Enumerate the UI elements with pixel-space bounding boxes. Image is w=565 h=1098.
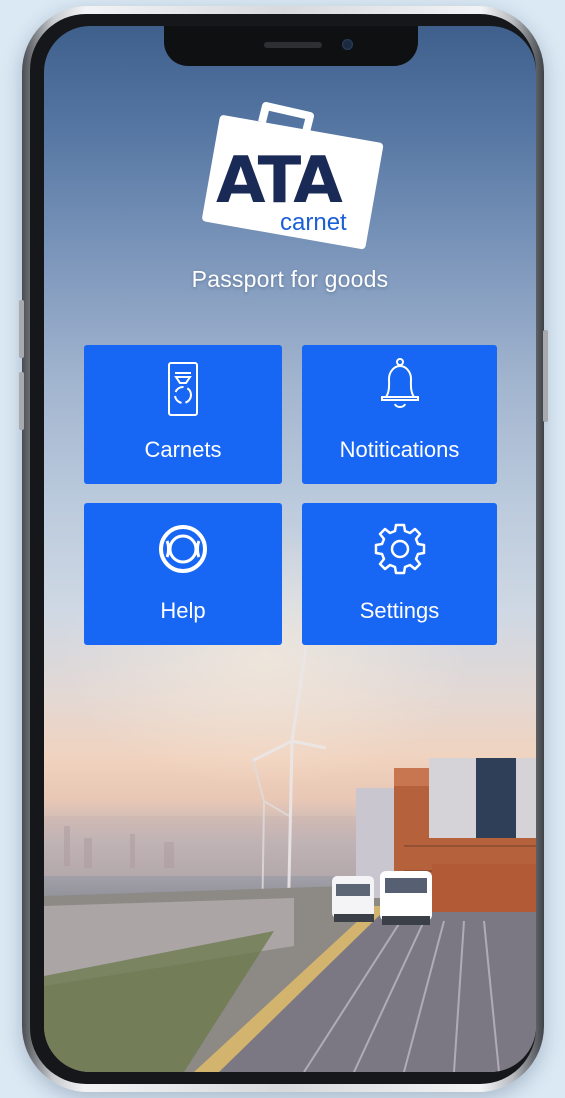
bell-icon (380, 358, 419, 408)
power-button (543, 330, 548, 422)
carnets-label: Carnets (144, 437, 222, 462)
notifications-label: Notitications (339, 437, 460, 462)
notifications-button[interactable]: Notitications (302, 345, 497, 484)
logo-ata-text: ATA (216, 144, 343, 218)
settings-label: Settings (359, 598, 440, 623)
settings-button[interactable]: Settings (302, 503, 497, 645)
lifebuoy-icon (159, 525, 207, 573)
phone-notch (164, 26, 418, 66)
device-mockup: ATA carnet Passport for goods Carnets No… (0, 0, 565, 1098)
earpiece-speaker (264, 42, 322, 48)
carnet-document-icon (168, 362, 198, 416)
ata-carnet-logo: ATA carnet (202, 102, 384, 250)
carnets-button[interactable]: Carnets (84, 345, 282, 484)
volume-button (19, 372, 24, 430)
logo-carnet-text: carnet (280, 209, 347, 236)
gear-icon (374, 523, 425, 575)
help-button[interactable]: Help (84, 503, 282, 645)
app-screen: ATA carnet Passport for goods Carnets No… (44, 26, 536, 1072)
tagline: Passport for goods (191, 266, 389, 292)
help-label: Help (160, 598, 206, 623)
front-camera (342, 39, 353, 50)
volume-button (19, 300, 24, 358)
